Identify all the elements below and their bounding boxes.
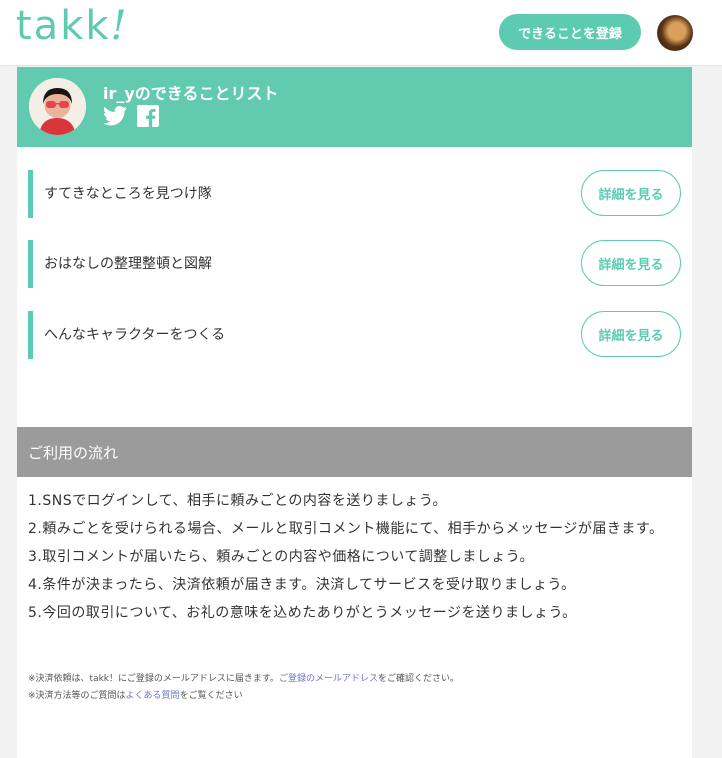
- view-details-button[interactable]: 詳細を見る: [581, 170, 681, 216]
- twitter-icon[interactable]: [103, 106, 127, 130]
- usage-flow-steps: 1.SNSでログインして、相手に頼みごとの内容を送りましょう。 2.頼みごとを受…: [28, 487, 688, 627]
- top-bar: takk! できることを登録: [0, 0, 722, 66]
- skill-item: おはなしの整理整頓と図解 詳細を見る: [28, 240, 681, 290]
- flow-step: 1.SNSでログインして、相手に頼みごとの内容を送りましょう。: [28, 493, 448, 509]
- skill-title[interactable]: へんなキャラクターをつくる: [44, 324, 225, 344]
- skill-accent-bar: [28, 170, 33, 218]
- view-details-button[interactable]: 詳細を見る: [581, 311, 681, 357]
- register-skill-button[interactable]: できることを登録: [499, 14, 641, 50]
- registered-email-link[interactable]: ご登録のメールアドレス: [279, 674, 378, 684]
- usage-flow-heading: ご利用の流れ: [17, 427, 692, 477]
- sns-links: [103, 105, 159, 131]
- flow-step: 3.取引コメントが届いたら、頼みごとの内容や価格について調整しましょう。: [28, 549, 534, 565]
- main-panel: ir_yのできることリスト すてきなところを見つけ隊 詳細を見る おはなしの整理…: [17, 67, 692, 758]
- faq-link[interactable]: よくある質問: [126, 691, 180, 701]
- takk-logo[interactable]: takk!: [16, 3, 129, 49]
- skill-title[interactable]: すてきなところを見つけ隊: [44, 183, 212, 203]
- note-text: ※決済依頼は、takk！にご登録のメールアドレスに届きます。: [28, 674, 279, 684]
- profile-banner: ir_yのできることリスト: [17, 67, 692, 147]
- view-details-button[interactable]: 詳細を見る: [581, 240, 681, 286]
- user-avatar[interactable]: [657, 15, 693, 51]
- facebook-icon[interactable]: [137, 105, 159, 131]
- payment-notes: ※決済依頼は、takk！にご登録のメールアドレスに届きます。ご登録のメールアドレ…: [28, 671, 688, 705]
- logo-text: takk: [16, 3, 111, 49]
- flow-step: 2.頼みごとを受けられる場合、メールと取引コメント機能にて、相手からメッセージが…: [28, 521, 664, 537]
- skill-accent-bar: [28, 311, 33, 359]
- skill-item: へんなキャラクターをつくる 詳細を見る: [28, 311, 681, 361]
- logo-mark: !: [110, 3, 129, 49]
- note-text: ※決済方法等のご質問は: [28, 691, 126, 701]
- note-text: をご確認ください。: [377, 674, 459, 684]
- profile-title: ir_yのできることリスト: [103, 84, 279, 103]
- skill-item: すてきなところを見つけ隊 詳細を見る: [28, 170, 681, 220]
- skill-title[interactable]: おはなしの整理整頓と図解: [44, 253, 212, 273]
- flow-step: 4.条件が決まったら、決済依頼が届きます。決済してサービスを受け取りましょう。: [28, 577, 576, 593]
- payment-note: ※決済依頼は、takk！にご登録のメールアドレスに届きます。ご登録のメールアドレ…: [28, 671, 688, 688]
- flow-step: 5.今回の取引について、お礼の意味を込めたありがとうメッセージを送りましょう。: [28, 605, 577, 621]
- skill-accent-bar: [28, 240, 33, 288]
- profile-avatar: [29, 78, 86, 135]
- note-text: をご覧ください: [179, 691, 243, 701]
- payment-note: ※決済方法等のご質問はよくある質問をご覧ください: [28, 688, 688, 705]
